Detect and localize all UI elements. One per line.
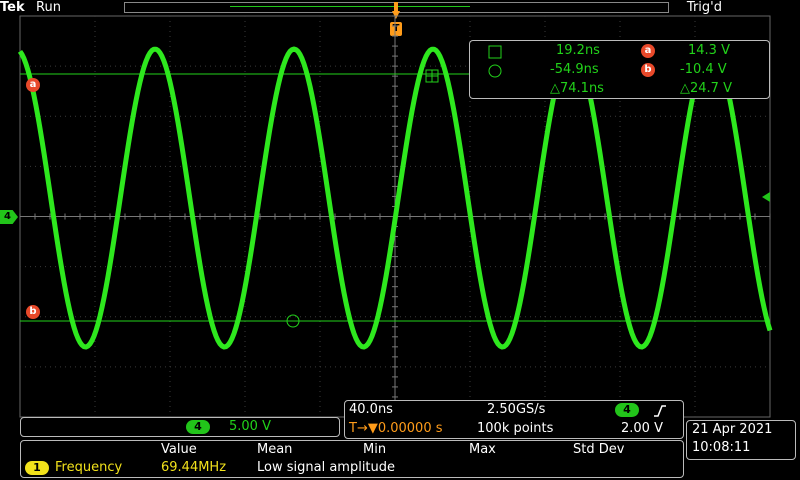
channel-4-scale: 5.00 V	[229, 419, 271, 434]
sample-rate: 2.50GS/s	[487, 402, 546, 417]
cursor-time-b: -54.9ns	[550, 62, 599, 77]
column-header-mean: Mean	[257, 442, 293, 457]
cursor-delta-time: △74.1ns	[550, 81, 604, 96]
trigger-channel-badge: 4	[615, 403, 639, 417]
measurement-value: 69.44MHz	[161, 460, 227, 475]
measurement-note: Low signal amplitude	[257, 460, 396, 475]
column-header-max: Max	[469, 442, 496, 457]
square-cursor-icon	[488, 45, 502, 59]
trigger-level: 2.00 V	[621, 421, 663, 436]
circle-cursor-icon	[488, 64, 502, 78]
cursor-readout: 19.2ns -54.9ns △74.1ns a b 14.3 V -10.4 …	[469, 40, 770, 99]
measurement-panel[interactable]: Value Mean Min Max Std Dev 1 Frequency 6…	[20, 440, 684, 478]
trigger-position: T→▼0.00000 s	[349, 421, 443, 436]
channel-4-badge: 4	[186, 420, 210, 434]
cursor-volt-b: -10.4 V	[680, 62, 727, 77]
cursor-a-readout-badge: a	[641, 44, 655, 58]
cursor-a-badge[interactable]: a	[26, 78, 40, 92]
column-header-std-dev: Std Dev	[573, 442, 625, 457]
cursor-b-badge[interactable]: b	[26, 305, 40, 319]
horizontal-panel[interactable]: 40.0ns 2.50GS/s 4 T→▼0.00000 s 100k poin…	[344, 400, 684, 439]
column-header-min: Min	[363, 442, 387, 457]
trigger-level-marker-icon	[762, 192, 770, 202]
datetime-panel: 21 Apr 2021 10:08:11	[686, 420, 796, 460]
cursor-delta-volt: △24.7 V	[680, 81, 732, 96]
measurement-name: Frequency	[55, 460, 123, 475]
record-length: 100k points	[477, 421, 554, 436]
measurement-index-badge: 1	[25, 461, 49, 475]
channel-4-scale-panel[interactable]: 4 5.00 V	[20, 417, 340, 437]
rising-edge-icon	[654, 405, 666, 417]
column-header-value: Value	[161, 442, 197, 457]
cursor-b-readout-badge: b	[641, 63, 655, 77]
cursor-volt-a: 14.3 V	[688, 43, 730, 58]
time-per-division: 40.0ns	[349, 402, 393, 417]
cursor-time-a: 19.2ns	[556, 43, 600, 58]
time-label: 10:08:11	[692, 440, 751, 455]
date-label: 21 Apr 2021	[692, 422, 773, 437]
